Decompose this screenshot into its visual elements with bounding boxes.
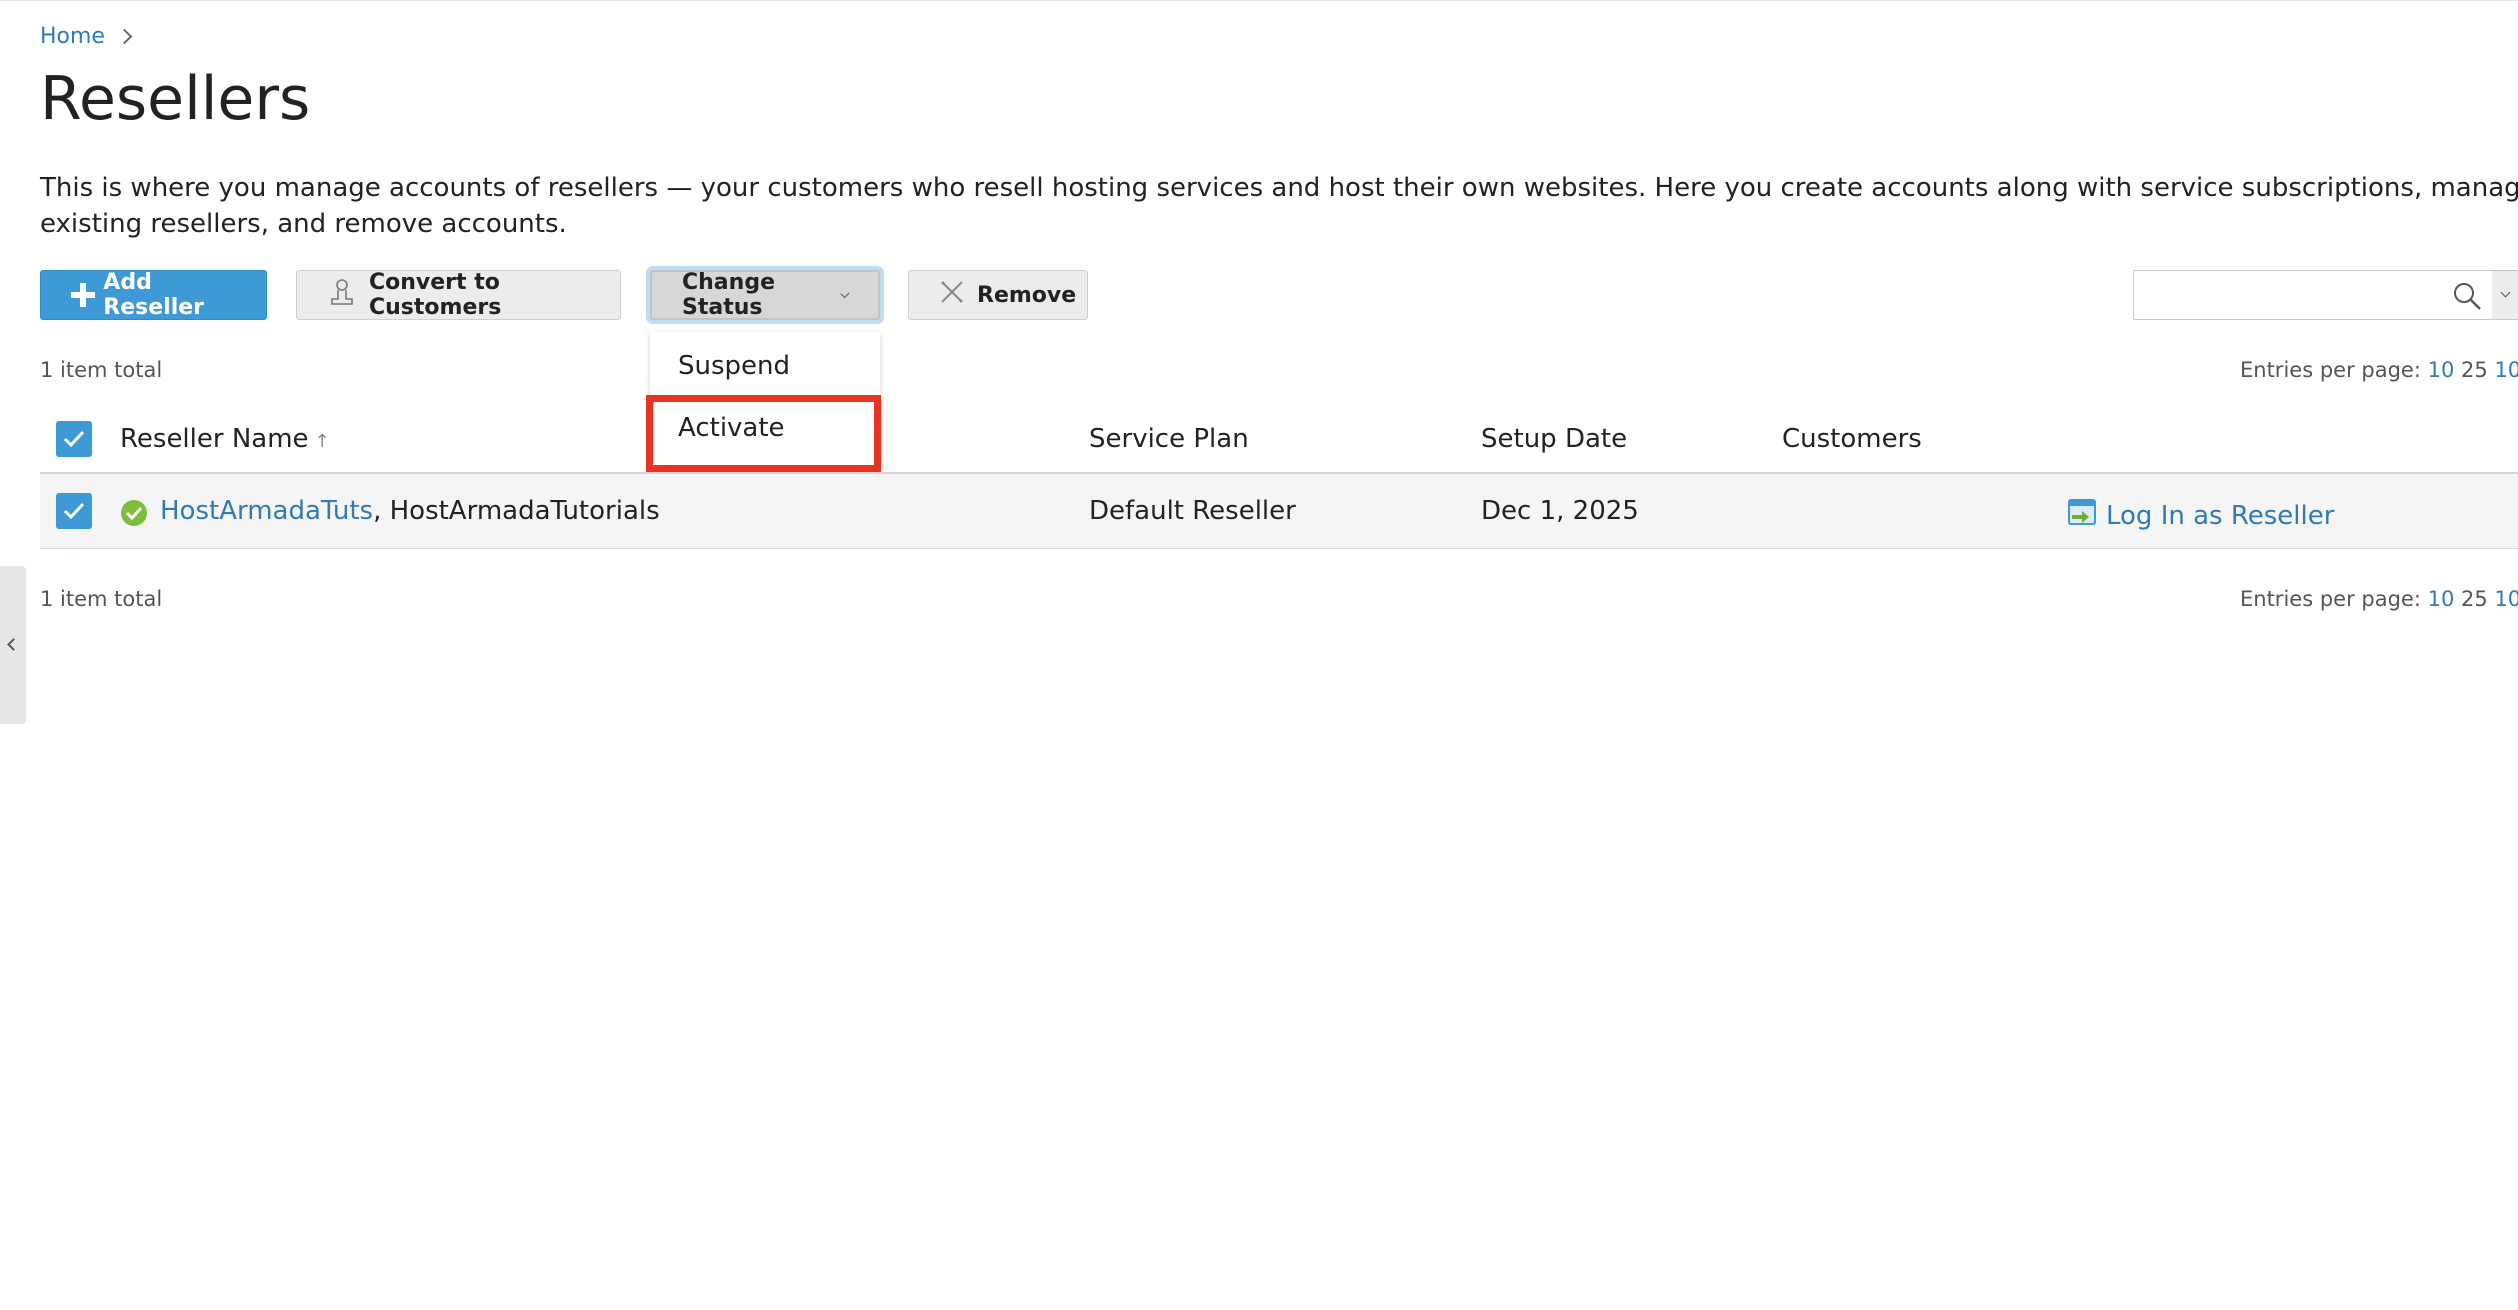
column-reseller-name[interactable]: Reseller Name ↑: [120, 424, 330, 454]
setup-date-cell: Dec 1, 2025: [1481, 496, 1639, 526]
column-setup-date[interactable]: Setup Date: [1481, 424, 1627, 454]
entries-option-10[interactable]: 10: [2428, 358, 2455, 382]
entries-per-page-label: Entries per page:: [2240, 358, 2421, 382]
reseller-contact-name: HostArmadaTutorials: [389, 496, 660, 526]
search-box: [2133, 270, 2493, 320]
menu-item-suspend[interactable]: Suspend: [650, 336, 880, 396]
entries-per-page: Entries per page: 10 25 100: [2240, 358, 2518, 382]
column-customers[interactable]: Customers: [1782, 424, 1922, 454]
row-checkbox[interactable]: [56, 493, 92, 529]
sort-ascending-icon: ↑: [314, 431, 330, 452]
person-icon: [327, 277, 357, 313]
service-plan-cell: Default Reseller: [1089, 496, 1296, 526]
table-row: HostArmadaTuts, HostArmadaTutorials Defa…: [40, 474, 2518, 549]
reseller-name-cell: HostArmadaTuts, HostArmadaTutorials: [160, 496, 660, 526]
search-options-toggle[interactable]: [2492, 270, 2518, 320]
checkmark-icon: [63, 502, 85, 520]
sidebar-collapse-toggle[interactable]: [0, 566, 26, 724]
column-reseller-name-label: Reseller Name: [120, 424, 309, 454]
search-icon[interactable]: [2452, 281, 2482, 315]
login-arrow-icon: [2066, 496, 2098, 535]
chevron-right-icon: [116, 28, 133, 45]
select-all-checkbox[interactable]: [56, 421, 92, 457]
remove-icon: [939, 279, 965, 311]
checkmark-icon: [63, 430, 85, 448]
name-separator: ,: [373, 496, 390, 526]
add-reseller-label: Add Reseller: [103, 270, 205, 320]
breadcrumb: Home: [40, 24, 133, 49]
entries-per-page-bottom: Entries per page: 10 25 100: [2240, 587, 2518, 611]
page-description: This is where you manage accounts of res…: [40, 173, 2518, 239]
entries-option-25: 25: [2461, 587, 2488, 611]
status-active-icon: [120, 499, 148, 531]
remove-label: Remove: [977, 282, 1077, 308]
column-service-plan[interactable]: Service Plan: [1089, 424, 1249, 454]
entries-option-100[interactable]: 100: [2494, 587, 2518, 611]
change-status-button[interactable]: Change Status: [650, 270, 880, 320]
table-header: Reseller Name ↑ Service Plan Setup Date C…: [40, 406, 2518, 474]
entries-option-25: 25: [2461, 358, 2488, 382]
add-reseller-button[interactable]: Add Reseller: [40, 270, 267, 320]
convert-to-customers-button[interactable]: Convert to Customers: [296, 270, 621, 320]
change-status-label: Change Status: [682, 270, 775, 320]
breadcrumb-home-link[interactable]: Home: [40, 24, 105, 49]
chevron-left-icon: [7, 638, 20, 651]
top-divider: [0, 0, 2518, 1]
chevron-down-icon: [2500, 287, 2511, 298]
convert-to-customers-label: Convert to Customers: [369, 270, 502, 320]
items-total: 1 item total: [40, 358, 163, 382]
plus-icon: [71, 283, 96, 307]
remove-button[interactable]: Remove: [908, 270, 1088, 320]
log-in-as-reseller-label: Log In as Reseller: [2106, 500, 2335, 531]
entries-option-10[interactable]: 10: [2428, 587, 2455, 611]
log-in-as-reseller-link[interactable]: Log In as Reseller: [2066, 496, 2334, 535]
entries-option-100[interactable]: 100: [2494, 358, 2518, 382]
search-input[interactable]: [2142, 271, 2446, 319]
chevron-down-icon: [840, 288, 850, 298]
entries-per-page-label: Entries per page:: [2240, 587, 2421, 611]
reseller-login-link[interactable]: HostArmadaTuts: [160, 496, 373, 526]
items-total-bottom: 1 item total: [40, 587, 163, 611]
page-title: Resellers: [40, 64, 311, 134]
